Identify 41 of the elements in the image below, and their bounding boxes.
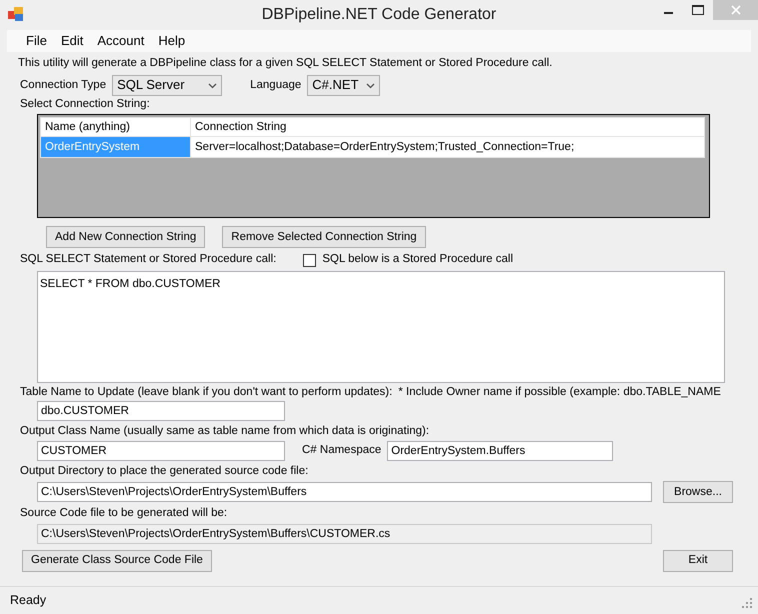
status-text: Ready bbox=[10, 593, 46, 607]
menu-item[interactable]: Help bbox=[151, 34, 192, 48]
field-label: Connection Type bbox=[20, 79, 106, 92]
checkbox[interactable] bbox=[303, 254, 316, 267]
field-label: Language bbox=[250, 79, 302, 92]
close-icon bbox=[730, 5, 740, 15]
menu-item[interactable]: Account bbox=[90, 34, 152, 48]
resize-grip-icon bbox=[742, 598, 752, 608]
button[interactable]: Generate Class Source Code File bbox=[22, 550, 212, 572]
browse-button[interactable]: Browse... bbox=[663, 481, 733, 504]
table-cell[interactable]: Server=localhost;Database=OrderEntrySystem;Trusted_Connection=True; bbox=[190, 136, 704, 158]
field-label: Output Class Name (usually same as table name from which data is originating): bbox=[20, 424, 430, 438]
intro-text: This utility will generate a DBPipeline class for a given SQL SELECT Statement or Stored Procedure call. bbox=[18, 57, 554, 70]
text-field[interactable]: C:\Users\Steven\Projects\OrderEntrySystem\Buffers\CUSTOMER.cs bbox=[37, 524, 652, 544]
maximize-icon bbox=[692, 5, 704, 15]
caret-icon bbox=[366, 82, 376, 89]
dropdown[interactable]: SQL Server bbox=[112, 75, 222, 96]
text-field[interactable]: OrderEntrySystem.Buffers bbox=[387, 441, 614, 462]
text-field[interactable]: dbo.CUSTOMER bbox=[37, 400, 285, 421]
dropdown[interactable]: C#.NET bbox=[307, 75, 380, 96]
window-title: DBPipeline.NET Code Generator bbox=[262, 6, 496, 24]
field-label: Table Name to Update (leave blank if you don't want to perform updates): bbox=[20, 386, 392, 399]
column-header: Connection String bbox=[190, 118, 704, 137]
column-header: Name (anything) bbox=[40, 118, 190, 137]
app-icon bbox=[8, 7, 24, 21]
sql-text-area[interactable]: SELECT * FROM dbo.CUSTOMER bbox=[37, 270, 725, 383]
menu-item[interactable]: File bbox=[19, 34, 54, 48]
caret-icon bbox=[208, 82, 218, 89]
section-label: Select Connection String: bbox=[20, 98, 151, 112]
field-label: Source Code file to be generated will be: bbox=[20, 507, 228, 521]
field-label: C# Namespace bbox=[302, 444, 382, 458]
checkbox-label[interactable]: SQL below is a Stored Procedure call bbox=[322, 253, 514, 267]
text-field[interactable]: CUSTOMER bbox=[37, 441, 285, 462]
note-text: * Include Owner name if possible (example: dbo.TABLE_NAME bbox=[398, 386, 721, 399]
text-field[interactable]: C:\Users\Steven\Projects\OrderEntrySystem\Buffers bbox=[37, 482, 652, 502]
button[interactable]: Add New Connection String bbox=[46, 226, 206, 248]
field-label: SQL SELECT Statement or Stored Procedure call: bbox=[20, 253, 276, 267]
menu-item[interactable]: Edit bbox=[54, 34, 90, 48]
field-label: Output Directory to place the generated source code file: bbox=[20, 465, 310, 478]
button[interactable]: Exit bbox=[663, 550, 733, 572]
button[interactable]: Remove Selected Connection String bbox=[222, 226, 426, 248]
